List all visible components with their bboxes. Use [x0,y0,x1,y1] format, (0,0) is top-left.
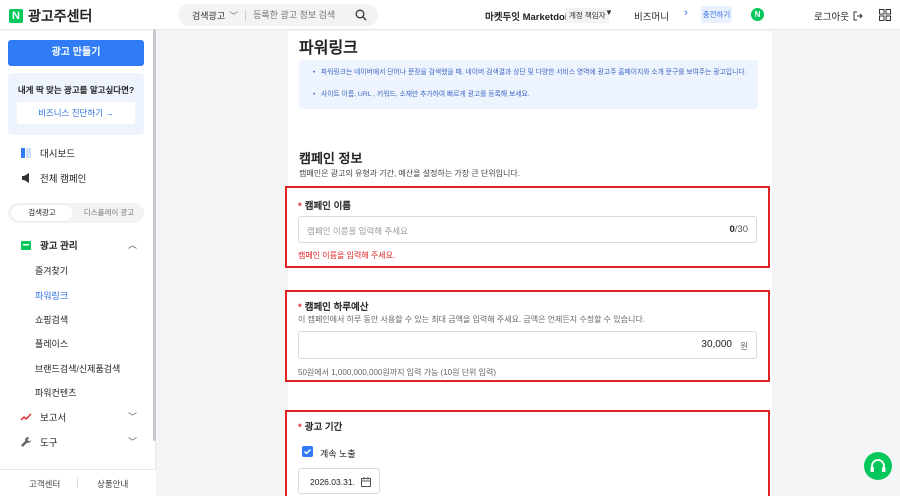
logo[interactable]: N 광고주센터 [9,6,92,26]
headset-icon [870,459,886,472]
check-icon [303,448,312,455]
continuous-checkbox[interactable] [302,446,313,457]
search-bar: 검색광고 ﹀ [178,4,378,26]
logout-icon [853,11,863,21]
field-label-text: 캠페인 하루예산 [304,302,369,313]
field-label-text: 캠페인 이름 [304,201,352,212]
sidebar-sub-shopping[interactable]: 쇼핑검색 [35,313,68,326]
field-label: * 캠페인 이름 [298,198,351,212]
budget-help: 50원에서 1,000,000,000원까지 입력 가능 (10원 단위 입력) [298,368,497,377]
ad-type-toggle: 검색광고 디스플레이 광고 [8,203,144,223]
account-dropdown-icon[interactable]: ▼ [605,8,613,17]
footer-divider [77,478,78,488]
required-mark: * [298,422,302,433]
start-date-value: 2026.03.31. [310,477,355,487]
tab-search-ads[interactable]: 검색광고 [11,205,73,221]
role-badge: 계정 책임자 [566,8,609,23]
budget-value: 30,000 [701,339,732,350]
business-diagnosis-button[interactable]: 비즈니스 진단하기 → [17,102,135,124]
chevron-up-icon[interactable]: ︿ [128,238,137,251]
campaign-name-input[interactable]: 캠페인 이름을 입력해 주세요 0/30 [298,216,757,243]
apps-grid-icon[interactable] [879,9,891,21]
sidebar-item-ad-manage[interactable]: 광고 관리 [20,238,78,252]
field-label-text: 광고 기간 [304,422,343,433]
sidebar-item-reports[interactable]: 보고서 [20,410,66,424]
page-title: 파워링크 [299,40,358,57]
info-line: 파워링크는 네이버에서 단어나 문장을 검색했을 때, 네이버 검색결과 상단 … [313,68,751,78]
naver-notice-icon[interactable]: N [751,8,764,21]
field-label: * 광고 기간 [298,419,342,433]
search-icon[interactable] [355,9,367,21]
main-content: 파워링크 파워링크는 네이버에서 단어나 문장을 검색했을 때, 네이버 검색결… [285,31,772,496]
required-mark: * [298,201,302,212]
sidebar-sub-favorites[interactable]: 즐겨찾기 [35,264,68,277]
bizmoney-label[interactable]: 비즈머니 [634,9,669,23]
section-desc: 캠페인은 광고의 유형과 기간, 예산을 설정하는 가장 큰 단위입니다. [299,169,520,178]
sidebar-sub-powerlink[interactable]: 파워링크 [35,289,68,302]
section-title: 캠페인 정보 [299,151,363,166]
sidebar-footer: 고객센터 상품안내 [0,469,156,496]
sidebar-sub-powercontents[interactable]: 파워컨텐츠 [35,386,76,399]
budget-unit: 원 [740,341,748,351]
help-chat-button[interactable] [864,452,892,480]
account-name[interactable]: 마켓두잇 Marketdoit [485,9,571,23]
search-type-label: 검색광고 [192,10,226,21]
continuous-label[interactable]: 계속 노출 [320,447,356,460]
megaphone-icon [22,173,29,183]
create-ad-button[interactable]: 광고 만들기 [8,40,144,66]
campaign-name-field: * 캠페인 이름 캠페인 이름을 입력해 주세요 0/30 캠페인 이름을 입력해… [285,186,770,268]
start-date-input[interactable]: 2026.03.31. [298,468,380,494]
top-header: N 광고주센터 검색광고 ﹀ 마켓두잇 Marketdoit 계정 책임자 ▼ … [0,0,900,30]
sidebar-item-label: 보고서 [40,413,67,424]
sidebar-sub-place[interactable]: 플레이스 [35,337,68,350]
customer-center-link[interactable]: 고객센터 [29,478,60,490]
search-type-select[interactable]: 검색광고 ﹀ [192,9,238,22]
recommendation-text: 내게 딱 맞는 광고를 알고싶다면? [17,85,135,95]
sidebar-scrollbar[interactable] [153,29,156,441]
sidebar-sub-brand-search[interactable]: 브랜드검색/신제품검색 [35,362,120,375]
sidebar-item-label: 도구 [40,438,58,449]
sidebar-item-tools[interactable]: 도구 [20,435,57,449]
logo-text: 광고주센터 [28,8,93,24]
required-mark: * [298,302,302,313]
sidebar-item-label: 광고 관리 [40,241,78,252]
budget-input[interactable]: 30,000 원 [298,331,757,359]
sidebar-item-dashboard[interactable]: 대시보드 [20,146,75,160]
char-counter: 0/30 [729,224,748,235]
naver-logo-icon: N [9,9,23,23]
logout-label: 로그아웃 [814,12,849,23]
calendar-icon[interactable] [361,477,371,487]
product-info-link[interactable]: 상품안내 [97,478,128,490]
search-input[interactable] [253,10,354,20]
recommendation-box: 내게 딱 맞는 광고를 알고싶다면? 비즈니스 진단하기 → [8,73,144,135]
sidebar-item-label: 대시보드 [40,149,75,160]
budget-desc: 이 캠페인에서 하루 동안 사용할 수 있는 최대 금액을 입력해 주세요. 금… [298,315,645,324]
campaign-budget-field: * 캠페인 하루예산 이 캠페인에서 하루 동안 사용할 수 있는 최대 금액을 … [285,290,770,382]
search-divider [245,9,247,21]
sidebar: 광고 만들기 내게 딱 맞는 광고를 알고싶다면? 비즈니스 진단하기 → 대시… [0,31,156,496]
chevron-down-icon: ﹀ [229,10,239,21]
ad-manage-icon [21,241,31,250]
tab-display-ads[interactable]: 디스플레이 광고 [76,205,142,221]
sidebar-item-all-campaigns[interactable]: 전체 캠페인 [20,171,86,185]
dashboard-icon [21,148,31,158]
wrench-icon [21,437,31,447]
field-label: * 캠페인 하루예산 [298,299,369,313]
campaign-name-error: 캠페인 이름을 입력해 주세요. [298,251,396,260]
chevron-down-icon[interactable]: ﹀ [128,410,137,423]
charge-button[interactable]: 충전하기 [701,6,732,23]
report-icon [20,413,32,421]
info-box: 파워링크는 네이버에서 단어나 문장을 검색했을 때, 네이버 검색결과 상단 … [299,60,758,109]
ad-period-field: * 광고 기간 계속 노출 2026.03.31. [285,410,770,496]
char-max: /30 [734,224,748,235]
sidebar-item-label: 전체 캠페인 [40,174,87,185]
chevron-down-icon[interactable]: ﹀ [128,435,137,448]
campaign-name-placeholder: 캠페인 이름을 입력해 주세요 [307,226,408,236]
chevron-right-icon[interactable]: › [684,7,688,19]
logout-button[interactable]: 로그아웃 [814,9,863,23]
info-line: 사이트 이름, URL , 키워드, 소재만 추가하여 빠르게 광고를 등록해 … [313,90,751,100]
